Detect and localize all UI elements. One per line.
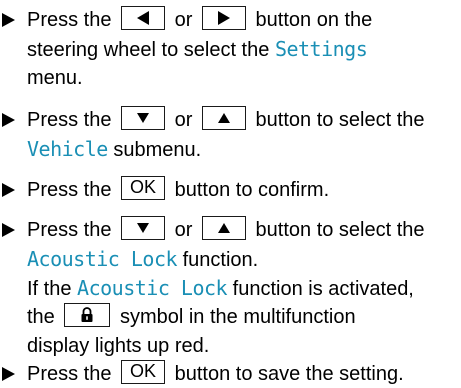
step-1-line-2: steering wheel to select the Settings xyxy=(27,35,368,63)
text: If the xyxy=(27,278,72,300)
bullet-arrow-icon xyxy=(2,223,15,237)
text: display lights up red. xyxy=(27,335,210,357)
up-arrow-key-icon xyxy=(201,106,246,130)
step-4-line-1: Press the or button to select the xyxy=(27,216,425,244)
display-text-vehicle: Vehicle xyxy=(27,137,108,161)
right-arrow-key-icon xyxy=(201,6,246,30)
bullet-arrow-icon xyxy=(2,183,15,197)
step-2-line-1: Press the or button to select the xyxy=(27,106,425,134)
bullet-arrow-icon xyxy=(2,367,15,381)
text: Press the xyxy=(27,179,112,201)
step-4-line-4: the symbol in the multifunction xyxy=(27,303,356,331)
text: steering wheel to select the xyxy=(27,39,270,61)
text: or xyxy=(174,219,193,241)
step-1-line-1: Press the or button on the xyxy=(27,6,372,34)
text: or xyxy=(174,109,193,131)
step-3-line-1: Press the OK button to confirm. xyxy=(27,176,329,204)
text: submenu. xyxy=(113,139,202,161)
text: button on the xyxy=(255,9,373,31)
step-4-line-3: If the Acoustic Lock function is activat… xyxy=(27,274,414,302)
step-4-line-2: Acoustic Lock function. xyxy=(27,245,258,273)
text: button to confirm. xyxy=(174,179,330,201)
text: or xyxy=(174,9,193,31)
lock-icon xyxy=(64,303,111,327)
text: function. xyxy=(182,249,259,271)
text: menu. xyxy=(27,67,83,89)
text: button to save the setting. xyxy=(174,363,404,385)
text: Press the xyxy=(27,219,112,241)
step-4-line-5: display lights up red. xyxy=(27,332,209,360)
text: symbol in the multifunction xyxy=(119,306,356,328)
text: Press the xyxy=(27,363,112,385)
ok-key-icon: OK xyxy=(121,176,166,200)
display-text-acoustic-lock: Acoustic Lock xyxy=(27,247,178,271)
text: the xyxy=(27,306,55,328)
left-arrow-key-icon xyxy=(121,6,166,30)
step-2-line-2: Vehicle submenu. xyxy=(27,135,201,163)
text: Press the xyxy=(27,109,112,131)
step-5-line-1: Press the OK button to save the setting. xyxy=(27,360,404,388)
text: Press the xyxy=(27,9,112,31)
text: button to select the xyxy=(255,109,425,131)
text: function is activated, xyxy=(232,278,414,300)
display-text-acoustic-lock: Acoustic Lock xyxy=(77,276,228,300)
step-1-line-3: menu. xyxy=(27,64,83,92)
up-arrow-key-icon xyxy=(201,216,246,240)
bullet-arrow-icon xyxy=(2,13,15,27)
text: button to select the xyxy=(255,219,425,241)
display-text-settings: Settings xyxy=(274,37,368,61)
ok-key-icon: OK xyxy=(121,360,166,384)
down-arrow-key-icon xyxy=(121,216,166,240)
bullet-arrow-icon xyxy=(2,113,15,127)
down-arrow-key-icon xyxy=(121,106,166,130)
